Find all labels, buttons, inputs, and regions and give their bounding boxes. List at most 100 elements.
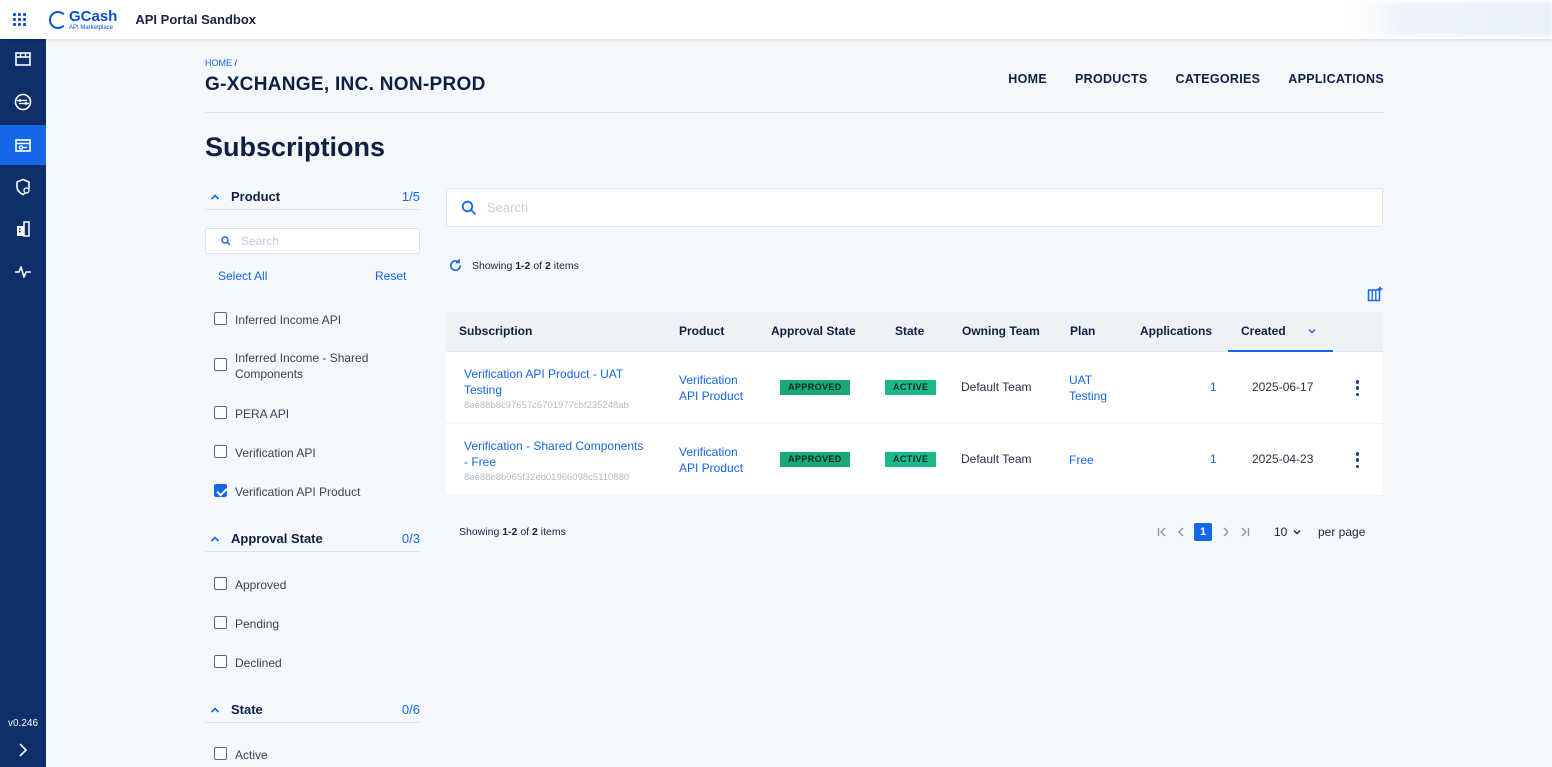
checkbox[interactable] bbox=[214, 655, 227, 668]
current-page-button[interactable]: 1 bbox=[1194, 523, 1212, 541]
sidebar-item-analytics[interactable] bbox=[0, 252, 46, 292]
subscriptions-search-input[interactable] bbox=[487, 200, 1347, 215]
org-title: G-XCHANGE, INC. NON-PROD bbox=[205, 74, 486, 95]
product-link[interactable]: Verification API Product bbox=[679, 444, 759, 476]
next-page-button[interactable] bbox=[1216, 523, 1235, 541]
sidebar-item-organization[interactable] bbox=[0, 209, 46, 249]
filter-product-header[interactable]: Product 1/5 bbox=[205, 184, 420, 210]
checkbox-checked[interactable] bbox=[214, 484, 227, 497]
checkbox[interactable] bbox=[214, 577, 227, 590]
subscription-id: 8ae88e8b965f32ed01966098c5110880 bbox=[464, 472, 630, 483]
approval-status-badge: APPROVED bbox=[780, 452, 850, 467]
top-nav: HOME PRODUCTS CATEGORIES APPLICATIONS bbox=[1008, 72, 1384, 86]
filter-approval-state-header[interactable]: Approval State 0/3 bbox=[205, 526, 420, 552]
col-product[interactable]: Product bbox=[679, 324, 724, 338]
filter-option-label: Verification API bbox=[235, 446, 316, 460]
showing-suffix: items bbox=[540, 526, 566, 538]
filter-option-inferred-income-api[interactable]: Inferred Income API bbox=[214, 312, 405, 328]
filter-option-label: Active bbox=[235, 748, 268, 762]
sidebar-item-security[interactable] bbox=[0, 167, 46, 207]
chevron-up-icon bbox=[210, 706, 220, 713]
per-page-select[interactable]: 10 bbox=[1274, 523, 1308, 541]
filter-option-label: Pending bbox=[235, 617, 280, 631]
page-title: Subscriptions bbox=[205, 132, 386, 162]
nav-categories[interactable]: CATEGORIES bbox=[1176, 72, 1261, 86]
filter-option-pera-api[interactable]: PERA API bbox=[214, 406, 405, 422]
showing-suffix: items bbox=[553, 259, 579, 272]
gcash-logo[interactable]: GCash API Marketplace bbox=[49, 9, 117, 31]
sidebar-item-subscriptions[interactable] bbox=[0, 125, 46, 165]
checkbox[interactable] bbox=[214, 616, 227, 629]
subscription-id: 8ae88b8c97657c6701977cbf235248ab bbox=[464, 400, 629, 411]
chevron-up-icon bbox=[210, 535, 220, 542]
table-row[interactable]: Verification API Product - UAT Testing 8… bbox=[446, 352, 1383, 424]
col-owning-team[interactable]: Owning Team bbox=[962, 324, 1040, 338]
chevron-right-icon[interactable] bbox=[15, 742, 31, 758]
filter-option-verification-api[interactable]: Verification API bbox=[214, 445, 405, 461]
sidebar-item-marketplace[interactable] bbox=[0, 39, 46, 79]
nav-applications[interactable]: APPLICATIONS bbox=[1288, 72, 1384, 86]
sidebar-item-apis[interactable] bbox=[0, 82, 46, 122]
checkbox[interactable] bbox=[214, 747, 227, 760]
checkbox[interactable] bbox=[214, 445, 227, 458]
chevron-down-icon bbox=[1293, 530, 1301, 535]
select-all-link[interactable]: Select All bbox=[218, 269, 267, 283]
filter-option-inferred-income-shared[interactable]: Inferred Income - Shared Components bbox=[214, 350, 405, 382]
prev-page-button[interactable] bbox=[1171, 523, 1190, 541]
subscriptions-search[interactable] bbox=[446, 188, 1383, 227]
showing-total: 2 bbox=[545, 259, 551, 272]
showing-prefix: Showing bbox=[472, 259, 513, 272]
filter-option-verification-api-product[interactable]: Verification API Product bbox=[214, 484, 405, 500]
per-page-label: per page bbox=[1318, 525, 1366, 539]
col-subscription[interactable]: Subscription bbox=[459, 324, 532, 338]
reset-link[interactable]: Reset bbox=[375, 269, 406, 283]
row-actions-kebab-icon[interactable] bbox=[1355, 452, 1360, 468]
applications-count-link[interactable]: 1 bbox=[1210, 452, 1217, 466]
col-state[interactable]: State bbox=[895, 324, 924, 338]
col-plan[interactable]: Plan bbox=[1070, 324, 1095, 338]
version-label: v0.246 bbox=[7, 718, 39, 729]
first-page-button[interactable] bbox=[1152, 523, 1171, 541]
row-actions-kebab-icon[interactable] bbox=[1355, 380, 1360, 396]
showing-range: 1-2 bbox=[502, 526, 518, 538]
col-created[interactable]: Created bbox=[1241, 324, 1286, 338]
user-menu[interactable] bbox=[1352, 2, 1552, 36]
subscriptions-table: Subscription Product Approval State Stat… bbox=[446, 312, 1383, 496]
col-approval-state[interactable]: Approval State bbox=[771, 324, 856, 338]
checkbox[interactable] bbox=[214, 358, 227, 371]
created-date: 2025-06-17 bbox=[1252, 380, 1314, 394]
breadcrumb-separator: / bbox=[234, 58, 238, 68]
chevron-left-icon bbox=[1177, 527, 1183, 537]
chevron-up-icon bbox=[210, 193, 220, 200]
filter-option-declined[interactable]: Declined bbox=[214, 655, 405, 671]
nav-products[interactable]: PRODUCTS bbox=[1075, 72, 1148, 86]
filter-product-search-input[interactable] bbox=[241, 234, 401, 248]
filter-product-search[interactable] bbox=[205, 228, 420, 254]
nav-home[interactable]: HOME bbox=[1008, 72, 1047, 86]
organization-building-icon bbox=[17, 221, 30, 237]
checkbox[interactable] bbox=[214, 406, 227, 419]
breadcrumb-home[interactable]: HOME bbox=[205, 58, 232, 68]
showing-summary-bottom: Showing 1-2 of 2 items bbox=[459, 526, 566, 538]
refresh-icon[interactable] bbox=[448, 258, 463, 273]
add-column-icon[interactable] bbox=[1367, 286, 1383, 302]
applications-count-link[interactable]: 1 bbox=[1210, 380, 1217, 394]
filter-option-pending[interactable]: Pending bbox=[214, 616, 405, 632]
chevron-right-icon bbox=[1223, 527, 1229, 537]
product-link[interactable]: Verification API Product bbox=[679, 372, 759, 404]
filter-state-count: 0/6 bbox=[401, 702, 420, 717]
subscription-name-link[interactable]: Verification API Product - UAT Testing bbox=[464, 366, 644, 398]
filter-option-active[interactable]: Active bbox=[214, 747, 405, 763]
last-page-button[interactable] bbox=[1235, 523, 1254, 541]
subscription-name-link[interactable]: Verification - Shared Components - Free bbox=[464, 438, 644, 470]
col-applications[interactable]: Applications bbox=[1140, 324, 1212, 338]
filter-option-approved[interactable]: Approved bbox=[214, 577, 405, 593]
apps-grid-icon[interactable] bbox=[13, 12, 27, 27]
search-icon bbox=[461, 200, 477, 215]
chevron-down-icon[interactable] bbox=[1308, 327, 1316, 335]
checkbox[interactable] bbox=[214, 312, 227, 325]
table-row[interactable]: Verification - Shared Components - Free … bbox=[446, 424, 1383, 496]
plan-link[interactable]: UAT Testing bbox=[1069, 372, 1129, 404]
filter-state-header[interactable]: State 0/6 bbox=[205, 697, 420, 723]
plan-link[interactable]: Free bbox=[1069, 452, 1129, 468]
